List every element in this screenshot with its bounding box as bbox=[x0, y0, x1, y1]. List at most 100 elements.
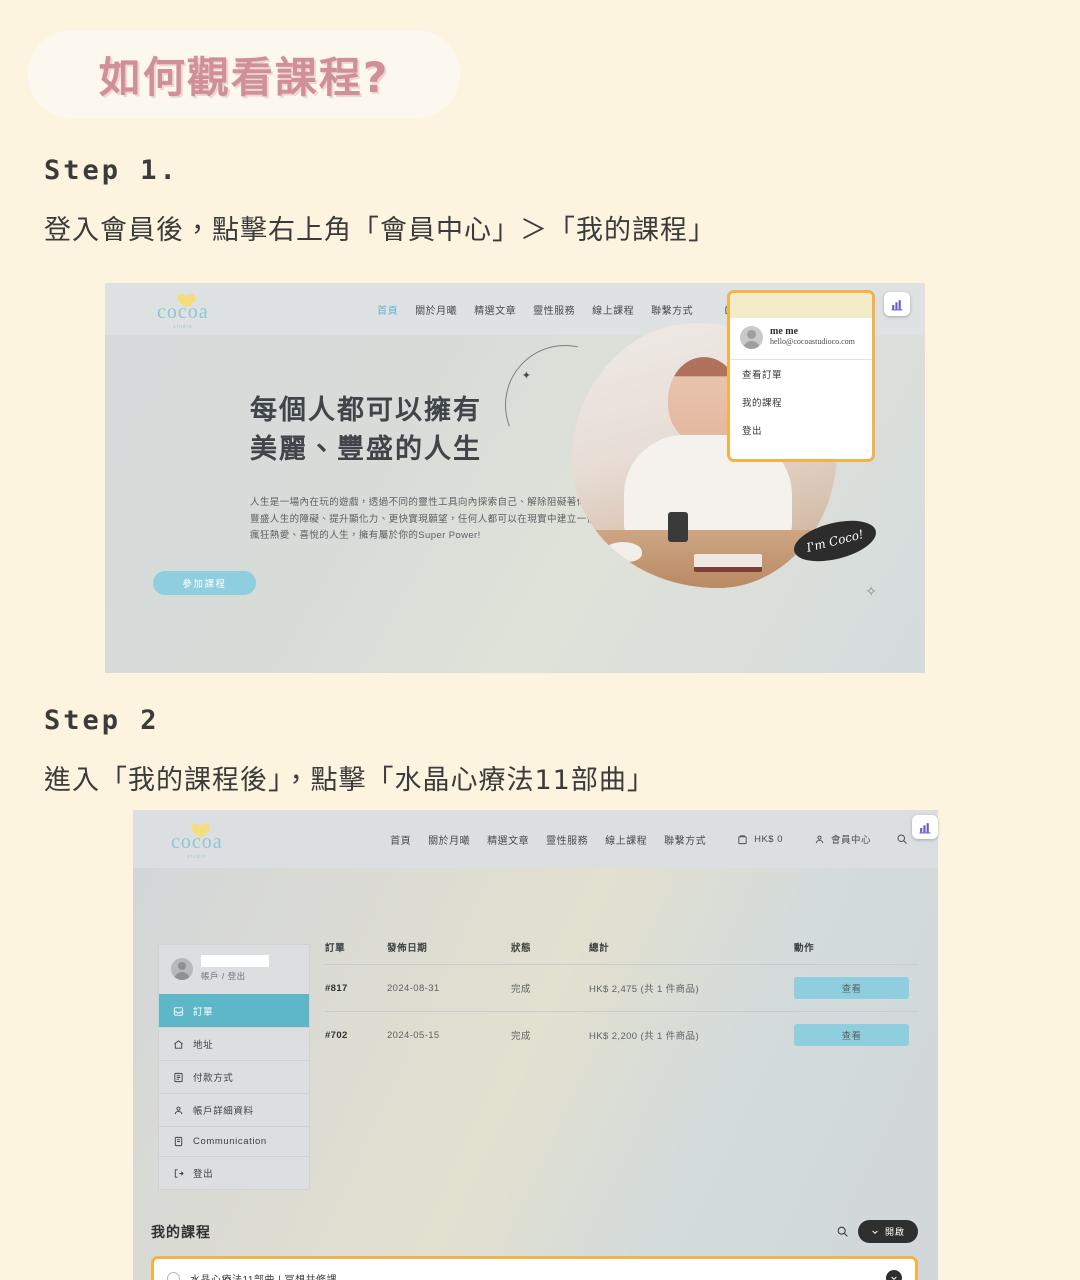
nav-item-courses[interactable]: 線上課程 bbox=[592, 302, 634, 317]
portrait-book bbox=[694, 554, 762, 572]
nav-item-home[interactable]: 首頁 bbox=[390, 832, 411, 847]
orders-table-header: 訂單 發佈日期 狀態 總計 動作 bbox=[325, 940, 918, 964]
screenshot-step-2: cocoa studio 首頁 關於月曦 精選文章 靈性服務 線上課程 聯繫方式… bbox=[133, 810, 938, 1280]
nav-item-contact[interactable]: 聯繫方式 bbox=[664, 832, 706, 847]
user-icon bbox=[173, 1105, 184, 1116]
course-list-item[interactable]: 水晶心療法11部曲 | 冥想共修課 bbox=[151, 1256, 918, 1280]
hero-heading-line-1: 每個人都可以擁有 bbox=[250, 395, 482, 425]
table-row: #817 2024-08-31 完成 HK$ 2,475 (共 1 件商品) 查… bbox=[325, 964, 918, 1011]
heart-icon bbox=[174, 288, 191, 303]
order-id: #817 bbox=[325, 982, 348, 994]
dropdown-item-view-orders[interactable]: 查看訂單 bbox=[730, 360, 872, 388]
nav-item-about[interactable]: 關於月曦 bbox=[415, 302, 457, 317]
nav-item-home[interactable]: 首頁 bbox=[377, 302, 398, 317]
cart-icon bbox=[737, 834, 748, 845]
page-title-banner: 如何觀看課程? bbox=[28, 30, 460, 118]
sidebar-item-label: 登出 bbox=[193, 1169, 214, 1180]
sidebar-item-communication[interactable]: Communication bbox=[159, 1126, 309, 1156]
step-2-label: Step 2 bbox=[44, 705, 160, 736]
member-center-label: 會員中心 bbox=[830, 835, 871, 846]
member-dropdown-menu[interactable]: me me hello@cocoastudioco.com 查看訂單 我的課程 … bbox=[727, 290, 875, 462]
page-title: 如何觀看課程? bbox=[98, 52, 390, 102]
hero-heading-line-2: 美麗、豐盛的人生 bbox=[250, 434, 482, 465]
nav-item-services[interactable]: 靈性服務 bbox=[546, 832, 588, 847]
my-courses-title: 我的課程 bbox=[151, 1225, 211, 1241]
order-total: HK$ 2,200 (共 1 件商品) bbox=[589, 1031, 700, 1042]
sidebar-item-label: 帳戶詳細資料 bbox=[193, 1106, 254, 1117]
order-action-cell: 查看 bbox=[794, 1024, 918, 1046]
portrait-crystal bbox=[604, 542, 642, 562]
order-date: 2024-05-15 bbox=[387, 1029, 440, 1041]
open-filter-button[interactable]: 開啟 bbox=[857, 1220, 918, 1243]
course-title: 水晶心療法11部曲 | 冥想共修課 bbox=[190, 1274, 338, 1280]
site-logo[interactable]: cocoa studio bbox=[157, 288, 209, 330]
view-order-button[interactable]: 查看 bbox=[794, 977, 909, 999]
sidebar-item-orders[interactable]: 訂單 bbox=[159, 994, 309, 1027]
dropdown-item-logout[interactable]: 登出 bbox=[730, 416, 872, 444]
account-page-content: 帳戶 / 登出 訂單 地址 付款方式 帳戶詳細資料 Communication … bbox=[133, 868, 938, 1280]
hero-paragraph: 人生是一場內在玩的遊戲，透過不同的靈性工具向內探索自己、解除阻礙著你擁有豐盛人生… bbox=[250, 497, 607, 542]
sparkle-icon: ✦ bbox=[521, 370, 531, 382]
dropdown-user-email: hello@cocoastudioco.com bbox=[770, 337, 855, 346]
logo-subtext: studio bbox=[187, 854, 207, 860]
dropdown-item-my-courses[interactable]: 我的課程 bbox=[730, 388, 872, 416]
home-icon bbox=[173, 1039, 184, 1050]
portrait-candle bbox=[668, 512, 688, 542]
column-header-action: 動作 bbox=[794, 943, 815, 954]
table-row: #702 2024-05-15 完成 HK$ 2,200 (共 1 件商品) 查… bbox=[325, 1011, 918, 1058]
document-icon bbox=[173, 1136, 184, 1147]
infographic-page: 如何觀看課程? Step 1. 登入會員後，點擊右上角「會員中心」＞「我的課程」… bbox=[0, 0, 1080, 1280]
site-logo[interactable]: cocoa studio bbox=[171, 818, 223, 860]
sidebar-item-label: 訂單 bbox=[193, 1007, 214, 1018]
account-header: 帳戶 / 登出 bbox=[159, 945, 309, 994]
sidebar-item-account-details[interactable]: 帳戶詳細資料 bbox=[159, 1093, 309, 1126]
search-icon[interactable] bbox=[896, 833, 908, 845]
sidebar-item-payment[interactable]: 付款方式 bbox=[159, 1060, 309, 1093]
order-total: HK$ 2,475 (共 1 件商品) bbox=[589, 984, 700, 995]
sidebar-item-label: 地址 bbox=[193, 1040, 214, 1051]
avatar bbox=[740, 326, 763, 349]
logout-icon bbox=[173, 1168, 184, 1179]
browser-extension-icon[interactable] bbox=[884, 292, 910, 316]
cart-button[interactable]: HK$ 0 bbox=[737, 834, 783, 845]
view-order-button[interactable]: 查看 bbox=[794, 1024, 909, 1046]
site-navbar: cocoa studio 首頁 關於月曦 精選文章 靈性服務 線上課程 聯繫方式… bbox=[133, 810, 938, 868]
browser-extension-icon[interactable] bbox=[912, 815, 938, 839]
sidebar-item-address[interactable]: 地址 bbox=[159, 1027, 309, 1060]
nav-item-articles[interactable]: 精選文章 bbox=[474, 302, 516, 317]
my-courses-header: 我的課程 開啟 bbox=[151, 1220, 918, 1243]
nav-item-courses[interactable]: 線上課程 bbox=[605, 832, 647, 847]
order-status: 完成 bbox=[511, 984, 531, 995]
search-icon[interactable] bbox=[836, 1225, 849, 1238]
step-1-description: 登入會員後，點擊右上角「會員中心」＞「我的課程」 bbox=[44, 215, 716, 246]
expand-course-button[interactable] bbox=[886, 1270, 902, 1280]
nav-item-articles[interactable]: 精選文章 bbox=[487, 832, 529, 847]
account-sidebar: 帳戶 / 登出 訂單 地址 付款方式 帳戶詳細資料 Communication … bbox=[158, 944, 310, 1190]
nav-item-contact[interactable]: 聯繫方式 bbox=[651, 302, 693, 317]
cart-total: HK$ 0 bbox=[754, 833, 783, 845]
nav-item-about[interactable]: 關於月曦 bbox=[428, 832, 470, 847]
step-2-description: 進入「我的課程後」，點擊「水晶心療法11部曲」 bbox=[44, 765, 655, 796]
chevron-down-icon bbox=[871, 1228, 879, 1236]
order-action-cell: 查看 bbox=[794, 977, 918, 999]
order-status: 完成 bbox=[511, 1031, 531, 1042]
my-courses-tools: 開啟 bbox=[836, 1220, 918, 1243]
column-header-total: 總計 bbox=[589, 943, 610, 954]
nav-item-services[interactable]: 靈性服務 bbox=[533, 302, 575, 317]
course-radio-icon[interactable] bbox=[167, 1271, 180, 1280]
sidebar-item-label: 付款方式 bbox=[193, 1073, 234, 1084]
open-filter-label: 開啟 bbox=[884, 1227, 905, 1237]
account-sub-label: 帳戶 / 登出 bbox=[201, 971, 246, 981]
dropdown-highlight-bar bbox=[730, 293, 872, 318]
sparkle-icon: ✧ bbox=[865, 583, 877, 599]
dropdown-user-name: me me bbox=[770, 326, 799, 337]
sidebar-item-label: Communication bbox=[193, 1136, 267, 1147]
orders-table: 訂單 發佈日期 狀態 總計 動作 #817 2024-08-31 完成 HK$ … bbox=[325, 940, 918, 1058]
member-center-button[interactable]: 會員中心 bbox=[814, 832, 871, 846]
avatar bbox=[171, 957, 193, 980]
screenshot-step-1: cocoa studio 首頁 關於月曦 精選文章 靈性服務 線上課程 聯繫方式… bbox=[105, 283, 925, 673]
sidebar-item-logout[interactable]: 登出 bbox=[159, 1156, 309, 1189]
heart-icon bbox=[188, 818, 205, 833]
dropdown-user-info: me me hello@cocoastudioco.com bbox=[730, 318, 872, 359]
join-course-button[interactable]: 參加課程 bbox=[153, 571, 256, 595]
